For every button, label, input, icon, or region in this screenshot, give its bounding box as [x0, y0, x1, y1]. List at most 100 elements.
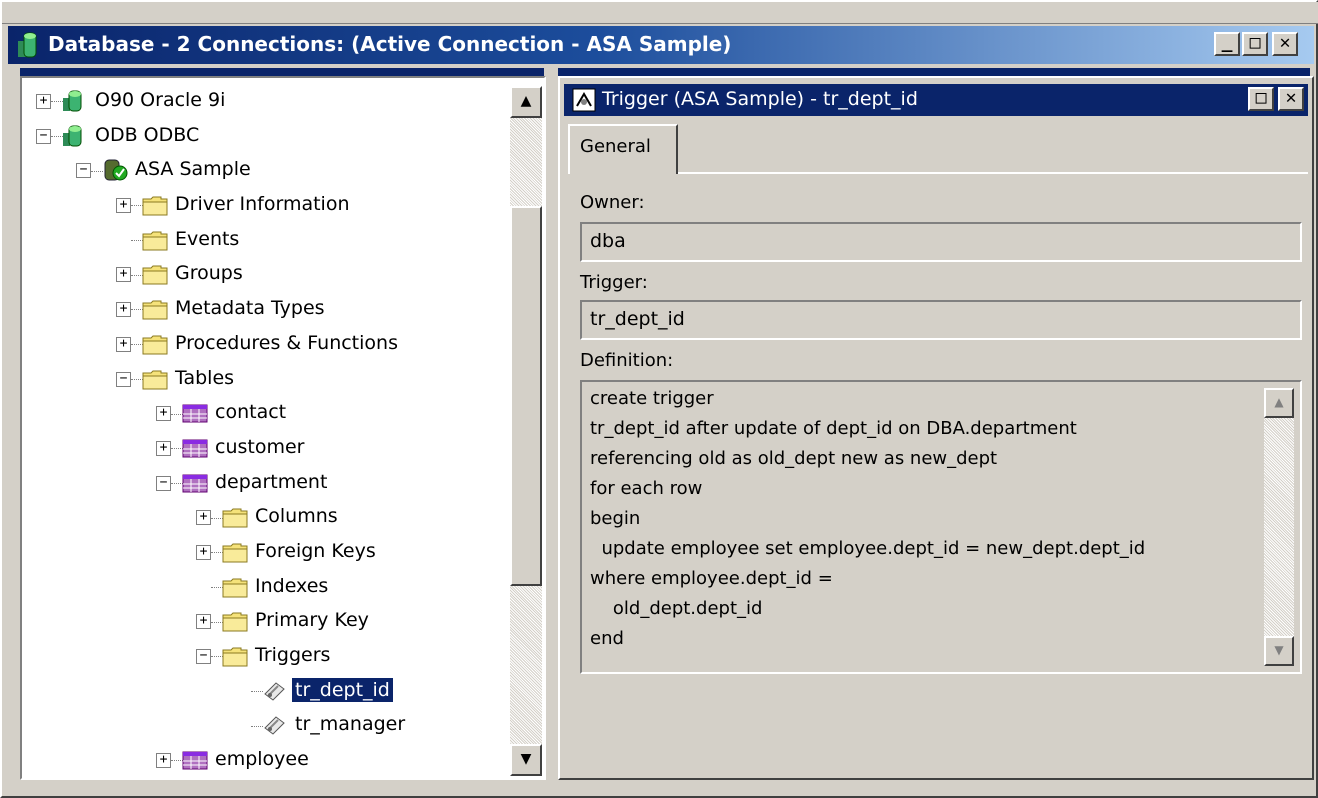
- tree-node-label[interactable]: ODB ODBC: [92, 123, 202, 147]
- child-maximize-button[interactable]: □: [1248, 87, 1274, 111]
- tree-expander-icon[interactable]: −: [116, 371, 131, 387]
- tree-node[interactable]: − ODB ODBC: [22, 119, 512, 154]
- tree-expander-icon[interactable]: −: [76, 163, 91, 179]
- definition-line: referencing old as old_dept new as new_d…: [590, 448, 998, 469]
- tree-node-label[interactable]: Groups: [172, 261, 246, 285]
- tree-node-label[interactable]: Metadata Types: [172, 296, 328, 320]
- tree-node[interactable]: + Primary Key: [22, 604, 512, 639]
- definition-scroll-up-button[interactable]: ▲: [1264, 388, 1294, 418]
- tree-expander-icon[interactable]: +: [116, 267, 131, 283]
- definition-scrollbar[interactable]: ▲ ▼: [1264, 388, 1294, 666]
- trigger-icon: [262, 714, 288, 736]
- tree-node-label[interactable]: Columns: [252, 504, 341, 528]
- tree-list: + O90 Oracle 9i − ODB ODBC − ASA Sample + Drive…: [22, 84, 512, 778]
- tree-node[interactable]: − ASA Sample: [22, 153, 512, 188]
- tree-node-label[interactable]: Driver Information: [172, 192, 353, 216]
- tree-node[interactable]: tr_dept_id: [22, 674, 512, 709]
- tree-expander-icon[interactable]: +: [196, 544, 211, 560]
- owner-label: Owner:: [580, 192, 645, 213]
- title-bar[interactable]: Database - 2 Connections: (Active Connec…: [8, 26, 1314, 64]
- tree-node[interactable]: + Columns: [22, 500, 512, 535]
- tree-node[interactable]: + Driver Information: [22, 188, 512, 223]
- tree-expander-icon[interactable]: +: [156, 753, 171, 769]
- tree-node-label[interactable]: Foreign Keys: [252, 539, 379, 563]
- close-button[interactable]: ✕: [1272, 32, 1298, 56]
- trigger-icon: [572, 88, 596, 112]
- tree-node[interactable]: + employee: [22, 743, 512, 778]
- tree-node-label[interactable]: Events: [172, 227, 242, 251]
- tree-node-label[interactable]: contact: [212, 400, 289, 424]
- table-icon: [182, 402, 208, 424]
- tree-expander-icon[interactable]: −: [196, 649, 211, 664]
- trigger-window: Trigger (ASA Sample) - tr_dept_id □ ✕ Ge…: [558, 76, 1314, 780]
- tree-expander-icon[interactable]: +: [116, 336, 131, 352]
- trigger-label: Trigger:: [580, 272, 648, 293]
- definition-line: begin: [590, 508, 641, 529]
- tree-node-label[interactable]: Triggers: [252, 643, 333, 667]
- folder-icon: [142, 194, 168, 216]
- table-icon: [182, 749, 208, 771]
- tree-node[interactable]: + Foreign Keys: [22, 535, 512, 570]
- tree-expander-icon[interactable]: −: [156, 475, 171, 491]
- tree-expander-icon[interactable]: −: [36, 128, 51, 144]
- window-title: Database - 2 Connections: (Active Connec…: [48, 32, 732, 56]
- tree-node-label[interactable]: tr_dept_id: [291, 676, 394, 703]
- database-app-icon: [18, 32, 37, 58]
- connected-database-icon: [102, 159, 128, 181]
- child-close-button[interactable]: ✕: [1278, 87, 1304, 111]
- tree-view[interactable]: + O90 Oracle 9i − ODB ODBC − ASA Sample + Drive…: [20, 76, 546, 780]
- scroll-down-button[interactable]: ▼: [510, 744, 542, 776]
- definition-scroll-down-button[interactable]: ▼: [1264, 636, 1294, 666]
- tree-node-label[interactable]: tr_manager: [292, 712, 408, 736]
- tree-node[interactable]: + Procedures & Functions: [22, 327, 512, 362]
- tree-node-label[interactable]: employee: [212, 747, 312, 771]
- definition-line: for each row: [590, 478, 703, 499]
- pane-splitter[interactable]: [546, 68, 558, 780]
- tree-node-label[interactable]: Procedures & Functions: [172, 331, 401, 355]
- tree-expander-icon[interactable]: +: [156, 406, 171, 422]
- tree-node[interactable]: tr_manager: [22, 708, 512, 743]
- tree-node[interactable]: − department: [22, 466, 512, 501]
- tab-underline: [678, 172, 1308, 174]
- tree-node-label[interactable]: department: [212, 470, 330, 494]
- owner-field[interactable]: dba: [580, 222, 1302, 262]
- tree-node[interactable]: + Metadata Types: [22, 292, 512, 327]
- tree-node[interactable]: Events: [22, 223, 512, 258]
- tree-node-label[interactable]: O90 Oracle 9i: [92, 88, 228, 112]
- table-icon: [182, 472, 208, 494]
- tree-node[interactable]: + customer: [22, 431, 512, 466]
- tree-node[interactable]: Indexes: [22, 570, 512, 605]
- tree-scrollbar[interactable]: ▲ ▼: [510, 86, 542, 776]
- tree-node[interactable]: − Tables: [22, 362, 512, 397]
- scroll-up-button[interactable]: ▲: [510, 86, 542, 118]
- tree-node-label[interactable]: Primary Key: [252, 608, 372, 632]
- trigger-window-title-bar[interactable]: Trigger (ASA Sample) - tr_dept_id □ ✕: [564, 84, 1308, 116]
- tree-node-label[interactable]: Indexes: [252, 574, 331, 598]
- tree-node-label[interactable]: ASA Sample: [132, 157, 254, 181]
- folder-icon: [142, 368, 168, 390]
- tree-node[interactable]: + O90 Oracle 9i: [22, 84, 512, 119]
- maximize-button[interactable]: □: [1242, 32, 1268, 56]
- trigger-icon: [262, 680, 288, 702]
- tree-expander-icon[interactable]: +: [196, 614, 211, 630]
- tree-expander-icon[interactable]: +: [116, 302, 131, 318]
- tree-node[interactable]: + contact: [22, 396, 512, 431]
- definition-line: end: [590, 628, 624, 649]
- tab-general[interactable]: General: [568, 124, 678, 174]
- trigger-name-field[interactable]: tr_dept_id: [580, 300, 1302, 340]
- definition-textarea[interactable]: create trigger tr_dept_id after update of…: [580, 380, 1302, 674]
- tree-expander-icon[interactable]: +: [196, 510, 211, 526]
- scroll-thumb[interactable]: [510, 206, 542, 586]
- definition-line: where employee.dept_id =: [590, 568, 833, 589]
- minimize-button[interactable]: _: [1214, 32, 1240, 56]
- folder-icon: [222, 645, 248, 667]
- tree-node[interactable]: + Groups: [22, 257, 512, 292]
- tree-node-label[interactable]: customer: [212, 435, 307, 459]
- tree-expander-icon[interactable]: +: [116, 198, 131, 214]
- tree-expander-icon[interactable]: +: [156, 440, 171, 456]
- tree-node[interactable]: − Triggers: [22, 639, 512, 674]
- tree-node-label[interactable]: Tables: [172, 366, 237, 390]
- definition-line: create trigger: [590, 388, 714, 409]
- tree-expander-icon[interactable]: +: [36, 94, 51, 109]
- folder-icon: [142, 298, 168, 320]
